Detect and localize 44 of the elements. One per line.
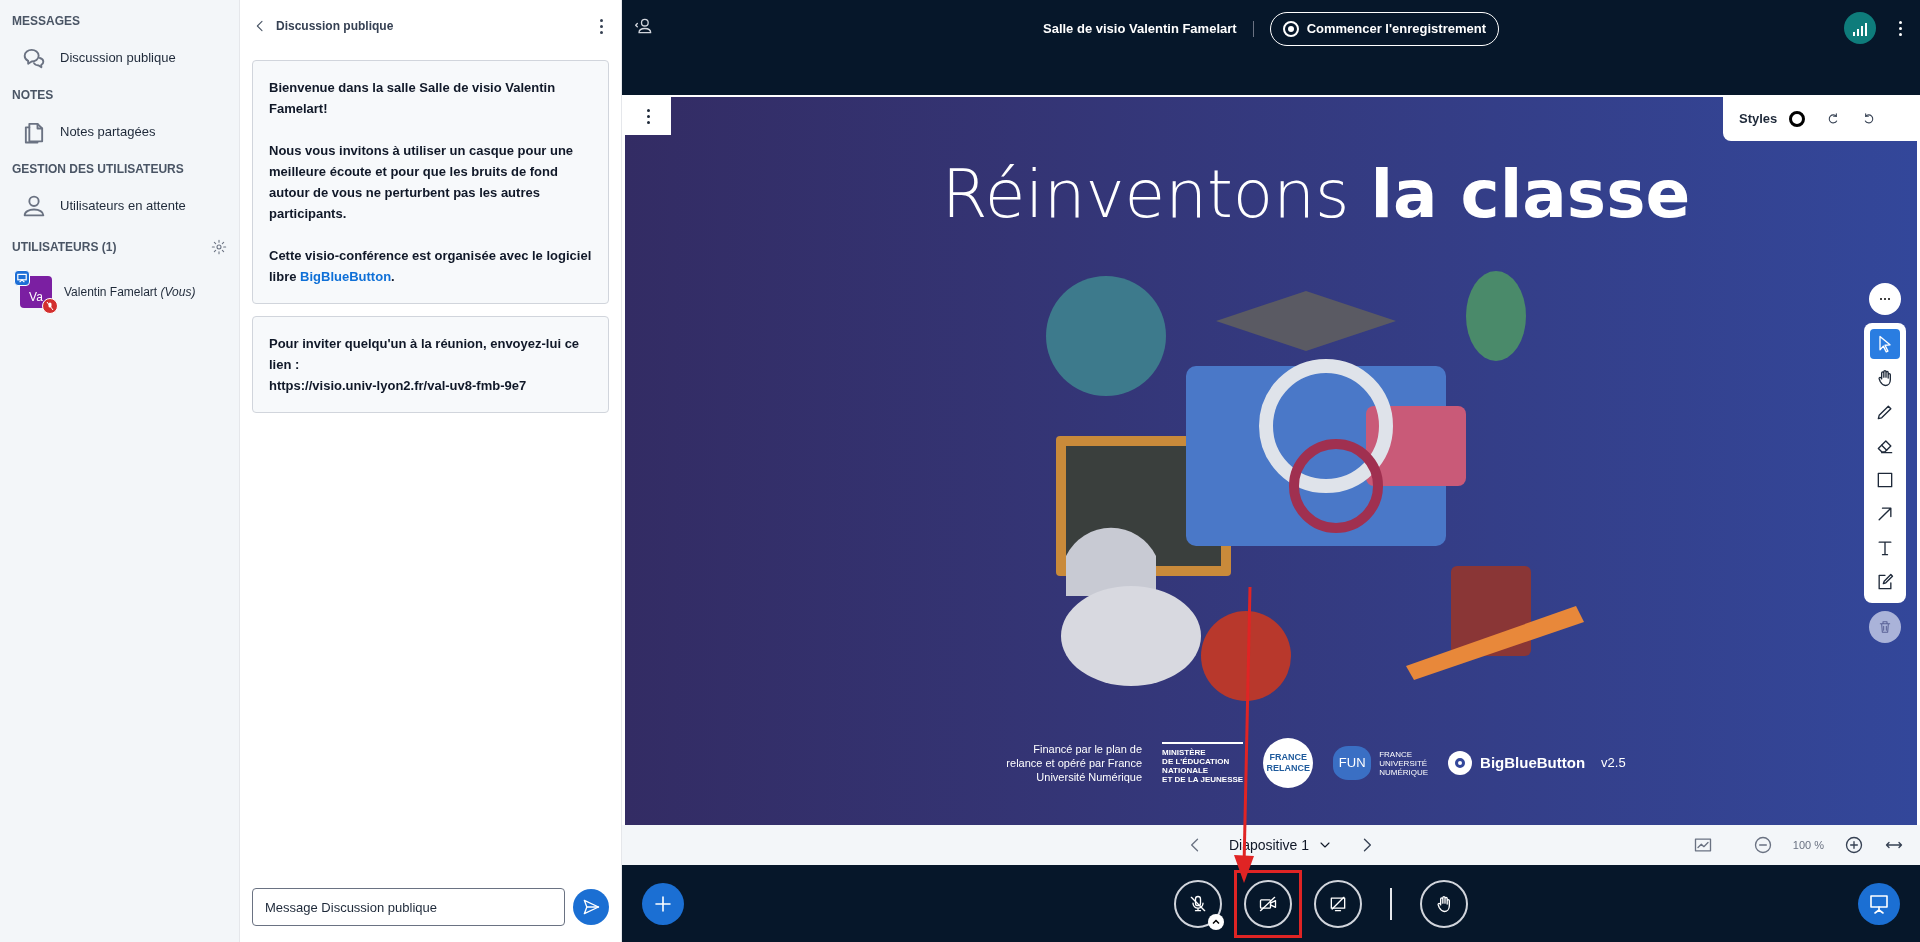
message-text: Cette visio-conférence est organisée avec le logiciel libre BigBlueButton.: [269, 247, 592, 286]
version-text: v2.5: [1601, 754, 1626, 773]
sidebar-item[interactable]: Discussion publique: [12, 38, 227, 78]
camera-button[interactable]: [1244, 879, 1292, 928]
ministry-logo: MINISTÈRE DE L'ÉDUCATION NATIONALE ET DE LA JEUNESSE: [1162, 742, 1244, 784]
rectangle-icon: [1875, 470, 1895, 490]
sidebar-item[interactable]: Notes partagées: [12, 112, 227, 152]
meeting-title: Salle de visio Valentin Famelart: [1043, 20, 1237, 39]
styles-button[interactable]: Styles: [1739, 109, 1806, 129]
add-button[interactable]: [642, 882, 684, 925]
record-icon: [1282, 21, 1299, 37]
zoom-level: 100 %: [1792, 837, 1824, 853]
message-text: Nous vous invitons à utiliser un casque pour une meilleure écoute et pour que les bruits de fond autour de vous ne perturbent pas les autres participants.: [269, 142, 575, 223]
section-heading: UTILISATEURS (1): [12, 239, 117, 256]
bbb-logo-icon: [1448, 751, 1473, 775]
relance-logo: FRANCE RELANCE: [1263, 738, 1314, 788]
send-icon: [581, 897, 602, 917]
sidebar-item[interactable]: Utilisateurs en attente: [12, 186, 227, 226]
users-toggle-button[interactable]: [634, 16, 654, 36]
section-heading: MESSAGES: [12, 13, 81, 30]
section-heading: GESTION DES UTILISATEURS: [12, 161, 185, 178]
send-button[interactable]: [573, 889, 609, 925]
user-row[interactable]: Va Valentin Famelart (Vous): [12, 268, 227, 316]
fun-logo: FUN: [1333, 746, 1372, 780]
message-text: Bienvenue dans la salle Salle de visio Valentin Famelart!: [269, 79, 557, 118]
fun-caption: FRANCE UNIVERSITÉ NUMÉRIQUE: [1379, 749, 1429, 777]
panel-title: Discussion publique: [276, 18, 394, 35]
trash-icon: [1877, 619, 1893, 635]
bbb-wordmark: BigBlueButton: [1480, 752, 1586, 773]
funding-text: Financé par le plan de relance et opéré par France Université Numérique: [1006, 742, 1143, 784]
raise-hand-button[interactable]: [1420, 879, 1468, 928]
slide-title: Réinventons la classe: [941, 162, 1691, 228]
settings-icon: [211, 239, 227, 255]
user-name: Valentin Famelart (Vous): [64, 284, 196, 301]
zoom-out-icon: [1752, 835, 1773, 855]
screen-share-button[interactable]: [1314, 879, 1362, 928]
connection-button[interactable]: [1844, 12, 1876, 44]
section-heading: NOTES: [12, 87, 55, 104]
message-text: Pour inviter quelqu'un à la réunion, envoyez-lui ce lien : https://visio.univ-lyon2.fr/val-uv8-fmb-9e7: [269, 335, 581, 395]
presentation-button[interactable]: [1858, 882, 1900, 925]
user-icon: [634, 16, 654, 36]
message-input[interactable]: Message Discussion publique: [252, 888, 566, 926]
caret-icon[interactable]: [1208, 913, 1224, 930]
zoom-in-icon: [1844, 835, 1864, 855]
